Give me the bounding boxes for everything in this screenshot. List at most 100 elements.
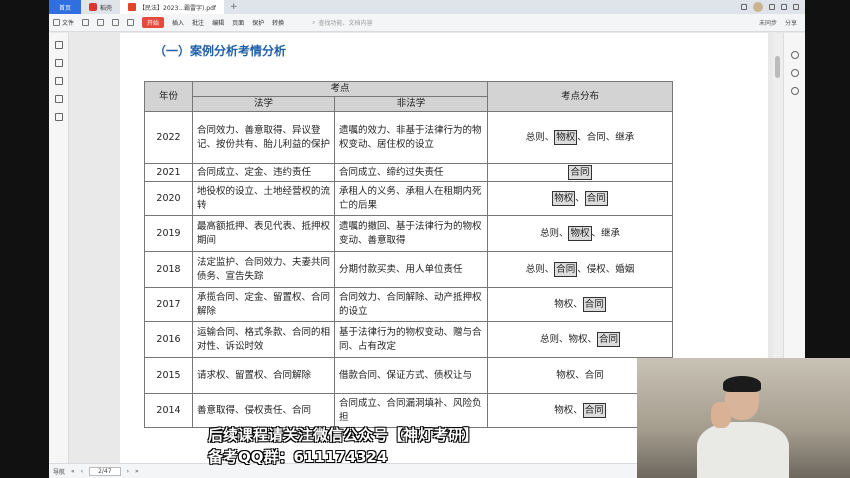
minimize-icon[interactable]: [769, 4, 775, 10]
cell-non-law: 基于法律行为的物权变动、赠与合同、占有改定: [334, 321, 488, 358]
layout-icon[interactable]: [741, 4, 747, 10]
cell-non-law: 合同成立、合同漏洞填补、风险负担: [334, 393, 488, 428]
letterbox-left: [0, 0, 49, 478]
cell-non-law: 遗嘱的撤回、基于法律行为的物权变动、善意取得: [334, 215, 488, 252]
menu-protect[interactable]: 保护: [252, 18, 264, 27]
distribution-text: 、合同、继承: [577, 132, 635, 143]
print-icon[interactable]: [112, 19, 120, 26]
tab-daoke[interactable]: 稻壳: [81, 0, 120, 14]
highlight-box: 物权: [568, 226, 592, 241]
table-row: 2020 地役权的设立、土地经营权的流转 承租人的义务、承租人在租期内死亡的后果 物权…: [144, 181, 673, 216]
tab-daoke-label: 稻壳: [100, 4, 113, 12]
cell-law: 合同成立、定金、违约责任: [192, 163, 335, 182]
cell-year: 2022: [144, 111, 193, 164]
table-row: 2017 承揽合同、定金、留置权、合同解除 合同效力、合同解除、动产抵押权的设立 物权…: [144, 287, 673, 322]
toolbar: 文件 开始 插入 批注 编辑 页面 保护 转换 ⌕ 查找功能、文档内容 未同步 分…: [49, 14, 805, 32]
distribution-text: 总则、: [525, 264, 555, 275]
next-page-icon[interactable]: ›: [127, 468, 129, 475]
maximize-icon[interactable]: [781, 4, 787, 10]
tab-document[interactable]: 【民法】2023...霸雷字).pdf: [120, 0, 225, 14]
save-icon[interactable]: [97, 19, 105, 26]
tab-document-label: 【民法】2023...霸雷字).pdf: [139, 4, 217, 12]
table-row: 2022 合同效力、善意取得、异议登记、按份共有、胎儿利益的保护 遗嘱的效力、非基于…: [144, 111, 673, 164]
table-row: 2014 善意取得、侵权责任、合同 合同成立、合同漏洞填补、风险负担 物权、 合同: [144, 393, 673, 428]
cell-year: 2017: [144, 287, 193, 322]
menu-edit[interactable]: 编辑: [212, 18, 224, 27]
cell-non-law: 合同效力、合同解除、动产抵押权的设立: [334, 287, 488, 322]
header-exam-points: 考点: [192, 81, 488, 97]
thumbnail-icon[interactable]: [55, 59, 63, 67]
highlight-box: 合同: [568, 165, 592, 180]
cell-non-law: 遗嘱的效力、非基于法律行为的物权变动、居住权的设立: [334, 111, 488, 164]
cell-year: 2020: [144, 181, 193, 216]
webcam-overlay: [637, 358, 850, 478]
highlight-box: 合同: [582, 403, 606, 418]
cell-law: 最高额抵押、表见代表、抵押权期间: [192, 215, 335, 252]
open-icon[interactable]: [82, 19, 90, 26]
zoom-icon[interactable]: [791, 51, 799, 59]
prev-page-icon[interactable]: ‹: [81, 468, 83, 475]
cell-law: 法定监护、合同效力、夫妻共同债务、宣告失踪: [192, 251, 335, 288]
search-placeholder: 查找功能、文档内容: [318, 20, 373, 27]
comment-icon[interactable]: [55, 77, 63, 85]
cell-distribution: 总则、物权、 合同: [487, 321, 673, 358]
search-box[interactable]: ⌕ 查找功能、文档内容: [312, 18, 373, 28]
help-icon[interactable]: [791, 69, 799, 77]
bookmark-icon[interactable]: [55, 41, 63, 49]
nav-label[interactable]: 导航: [53, 467, 65, 476]
cell-law: 运输合同、格式条款、合同的相对性、诉讼时效: [192, 321, 335, 358]
daoke-icon: [89, 3, 98, 11]
file-menu-label: 文件: [62, 20, 75, 27]
header-distribution: 考点分布: [487, 81, 673, 112]
distribution-text: 、继承: [591, 228, 621, 239]
cell-distribution: 总则、 物权 、合同、继承: [487, 111, 673, 164]
table-row: 2019 最高额抵押、表见代表、抵押权期间 遗嘱的撤回、基于法律行为的物权变动、善意…: [144, 215, 673, 252]
menu-convert[interactable]: 转换: [272, 18, 284, 27]
cell-distribution: 总则、 合同 、侵权、婚姻: [487, 251, 673, 288]
tab-home[interactable]: 首页: [49, 0, 82, 14]
cell-non-law: 分期付款买卖、用人单位责任: [334, 251, 488, 288]
menu-comment[interactable]: 批注: [192, 18, 204, 27]
menu-insert[interactable]: 插入: [172, 18, 184, 27]
left-sidebar: [49, 33, 69, 463]
tab-home-label: 首页: [59, 4, 72, 12]
new-tab-icon[interactable]: +: [230, 2, 238, 12]
attachment-icon[interactable]: [55, 95, 63, 103]
first-page-icon[interactable]: «: [71, 468, 75, 475]
distribution-text: 、侵权、婚姻: [577, 264, 635, 275]
cell-distribution: 物权、合同: [487, 181, 673, 216]
signature-icon[interactable]: [55, 113, 63, 121]
menu-start[interactable]: 开始: [142, 17, 165, 28]
distribution-text: 物权、: [554, 405, 583, 416]
presenter-hair: [723, 376, 761, 392]
distribution-text: 物权、: [554, 299, 583, 310]
cell-law: 地役权的设立、土地经营权的流转: [192, 181, 335, 216]
presenter-hand: [711, 402, 731, 428]
page-indicator[interactable]: 2/47: [89, 466, 121, 476]
table-row: 2016 运输合同、格式条款、合同的相对性、诉讼时效 基于法律行为的物权变动、赠与合…: [144, 321, 673, 358]
last-page-icon[interactable]: »: [135, 468, 139, 475]
file-menu[interactable]: 文件: [53, 18, 74, 27]
search-icon: ⌕: [312, 18, 316, 26]
avatar[interactable]: [753, 2, 763, 12]
highlight-box: 合同: [582, 297, 606, 312]
close-icon[interactable]: [793, 4, 799, 10]
sync-status[interactable]: 未同步: [759, 18, 777, 27]
distribution-text: 总则、物权、: [539, 334, 597, 345]
cell-law: 承揽合同、定金、留置权、合同解除: [192, 287, 335, 322]
menu-page[interactable]: 页面: [232, 18, 244, 27]
exam-table: 年份 考点 考点分布 法学 非法学 2022 合同效力、善意取得、异议登记、按份共…: [144, 81, 673, 428]
share-button[interactable]: 分享: [785, 18, 797, 27]
table-row: 2015 请求权、留置权、合同解除 借款合同、保证方式、债权让与 物权、合同: [144, 357, 673, 394]
scrollbar-thumb[interactable]: [775, 56, 780, 78]
cell-distribution: 物权、合同: [487, 287, 673, 322]
presenter-body: [697, 422, 789, 478]
app-window: 首页 稻壳 【民法】2023...霸雷字).pdf + 文件 开始 插入 批注 …: [0, 0, 850, 478]
highlight-box: 合同: [554, 262, 578, 277]
settings-icon[interactable]: [791, 87, 799, 95]
highlight-box: 合同: [597, 332, 621, 347]
window-controls: [741, 0, 799, 14]
undo-icon[interactable]: [127, 19, 135, 26]
table-row: 2021 合同成立、定金、违约责任 合同成立、缔约过失责任 合同: [144, 163, 673, 182]
cell-year: 2021: [144, 163, 193, 182]
